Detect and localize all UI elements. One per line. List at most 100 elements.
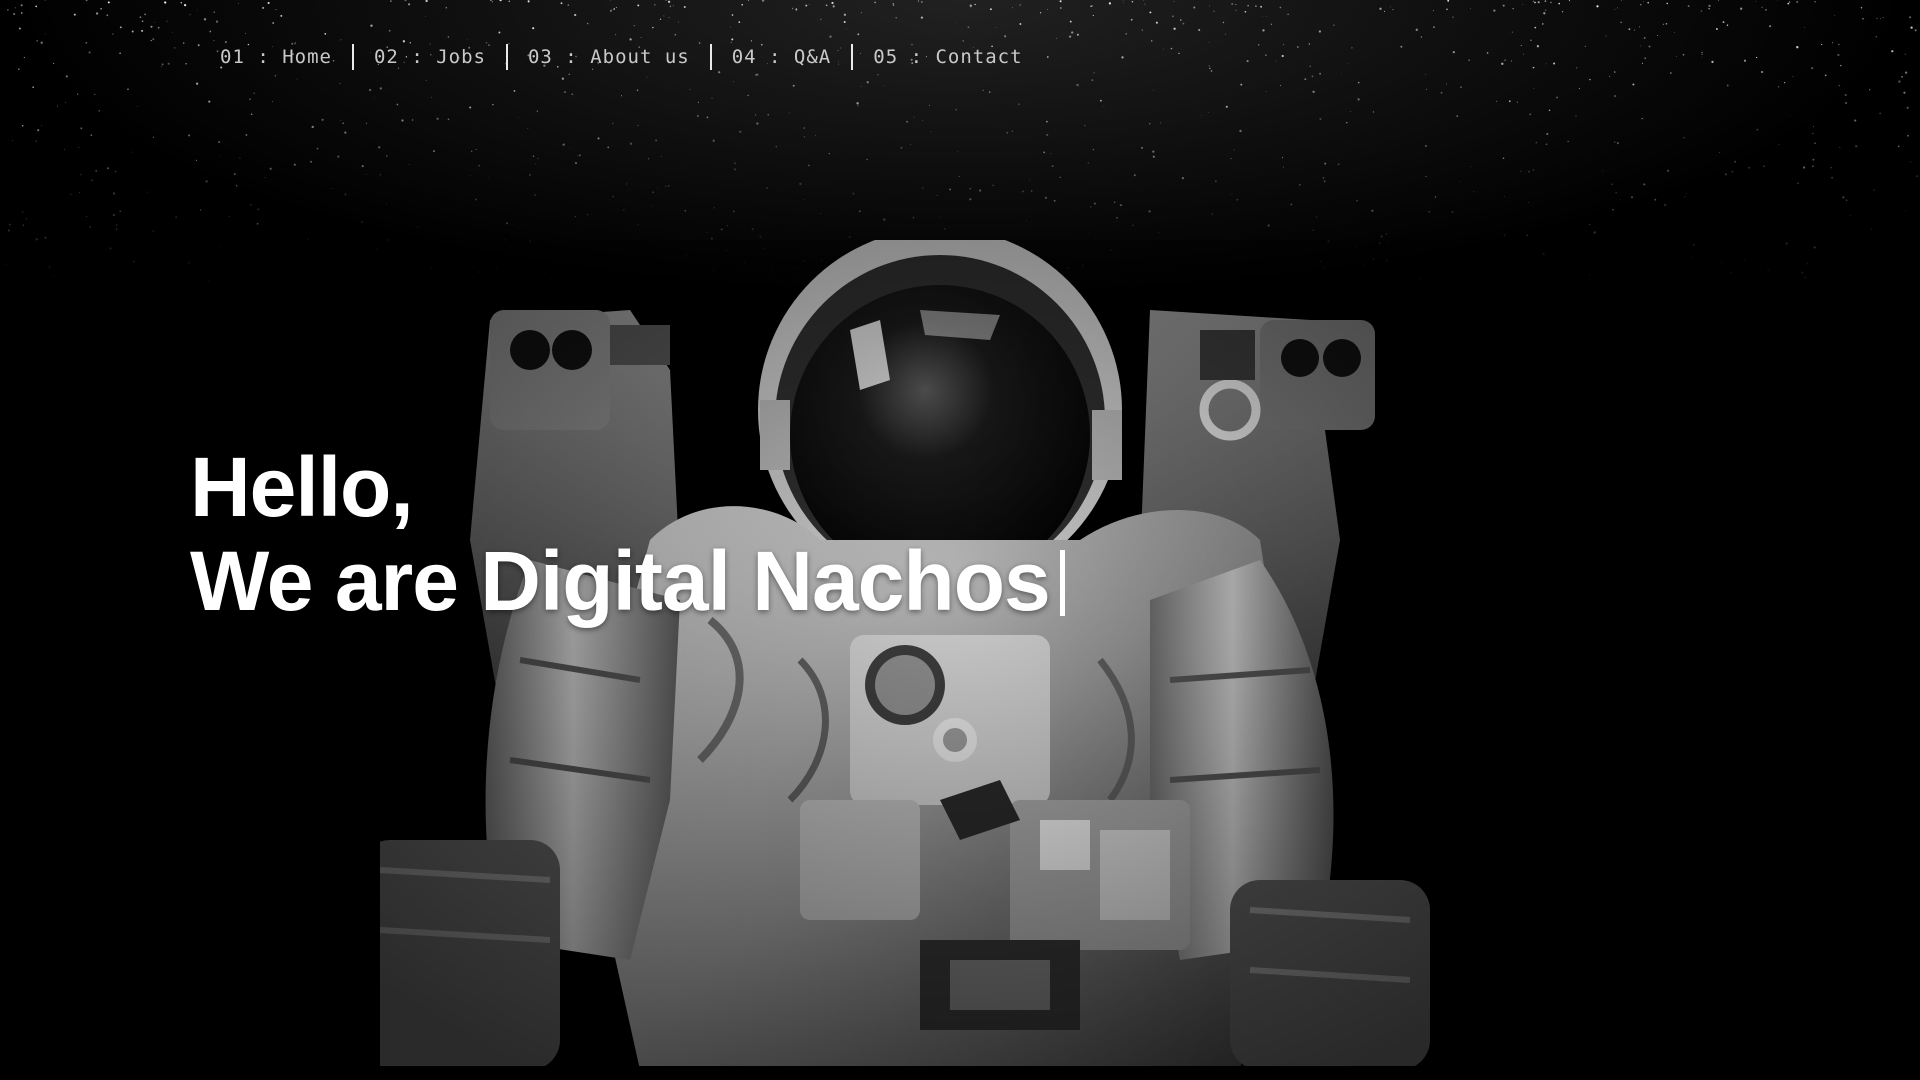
nav-item-qa[interactable]: 04 : Q&A bbox=[712, 44, 852, 70]
star bbox=[1544, 0, 1547, 2]
star bbox=[44, 236, 47, 239]
star bbox=[1265, 15, 1267, 17]
star bbox=[982, 89, 984, 91]
star bbox=[1050, 153, 1052, 155]
star bbox=[1502, 4, 1505, 7]
star bbox=[626, 183, 628, 185]
star bbox=[1726, 84, 1729, 87]
star bbox=[370, 24, 373, 27]
star bbox=[912, 216, 915, 219]
star bbox=[747, 0, 749, 1]
star bbox=[344, 193, 347, 196]
star bbox=[1788, 1, 1791, 3]
star bbox=[1803, 276, 1807, 279]
star bbox=[1130, 18, 1133, 21]
star bbox=[1446, 8, 1448, 11]
hero-heading: Hello, We are Digital Nachos bbox=[190, 440, 1065, 628]
star bbox=[615, 34, 617, 36]
star bbox=[712, 139, 715, 142]
nav-item-contact[interactable]: 05 : Contact bbox=[853, 44, 1042, 70]
star bbox=[1567, 140, 1569, 142]
star bbox=[1824, 74, 1827, 77]
nav-item-jobs[interactable]: 02 : Jobs bbox=[354, 44, 506, 70]
star bbox=[877, 74, 879, 76]
nav-item-label: Jobs bbox=[436, 46, 486, 68]
star bbox=[1140, 146, 1144, 149]
star bbox=[1854, 119, 1857, 122]
star bbox=[1029, 179, 1030, 181]
star bbox=[799, 182, 802, 186]
star bbox=[706, 232, 708, 234]
star bbox=[1447, 0, 1450, 2]
star bbox=[1122, 0, 1124, 1]
star bbox=[1233, 149, 1235, 151]
star bbox=[1092, 148, 1095, 151]
star bbox=[730, 26, 732, 28]
star bbox=[1308, 43, 1310, 45]
star bbox=[1903, 91, 1906, 94]
star bbox=[1855, 145, 1858, 148]
star bbox=[808, 164, 810, 167]
star bbox=[1460, 86, 1462, 89]
star bbox=[365, 173, 367, 175]
star bbox=[1813, 246, 1816, 249]
star bbox=[208, 100, 211, 103]
star bbox=[53, 62, 55, 65]
star bbox=[1456, 115, 1459, 118]
star bbox=[1730, 272, 1732, 274]
star bbox=[157, 26, 160, 29]
star bbox=[1209, 67, 1211, 70]
star bbox=[1834, 14, 1836, 16]
star bbox=[1814, 142, 1816, 144]
star bbox=[1239, 129, 1242, 133]
star bbox=[1873, 189, 1875, 191]
star bbox=[1575, 115, 1577, 117]
star bbox=[365, 122, 368, 124]
star bbox=[1584, 45, 1586, 47]
star bbox=[1639, 45, 1641, 47]
star bbox=[331, 188, 333, 189]
nav-item-label: Q&A bbox=[793, 46, 832, 68]
nav-separator: : bbox=[898, 46, 936, 68]
star bbox=[469, 106, 472, 109]
star bbox=[989, 8, 992, 11]
star bbox=[1043, 151, 1046, 154]
star bbox=[1536, 45, 1540, 48]
star bbox=[1537, 1, 1540, 4]
star bbox=[1511, 31, 1513, 33]
star bbox=[1053, 199, 1056, 202]
star bbox=[831, 1, 834, 5]
nav-item-home[interactable]: 01 : Home bbox=[220, 44, 352, 70]
star bbox=[1910, 26, 1913, 29]
star bbox=[1644, 57, 1646, 59]
nav-item-about-us[interactable]: 03 : About us bbox=[508, 44, 710, 70]
star bbox=[267, 1, 270, 5]
star bbox=[1210, 70, 1213, 72]
star bbox=[920, 1, 923, 3]
star bbox=[803, 198, 805, 200]
star bbox=[843, 13, 847, 16]
star bbox=[767, 113, 770, 116]
star bbox=[706, 116, 709, 119]
star bbox=[1510, 60, 1513, 62]
star bbox=[1018, 103, 1020, 106]
star bbox=[1593, 231, 1596, 234]
star bbox=[1548, 109, 1551, 112]
star bbox=[532, 27, 535, 30]
star bbox=[974, 3, 976, 6]
star bbox=[316, 260, 317, 262]
star bbox=[35, 5, 38, 8]
star bbox=[378, 146, 381, 149]
star bbox=[1862, 18, 1864, 20]
star bbox=[825, 4, 828, 7]
star bbox=[1744, 259, 1746, 261]
star bbox=[1275, 60, 1277, 62]
star bbox=[1087, 162, 1089, 164]
star bbox=[386, 203, 387, 204]
star bbox=[1845, 199, 1848, 202]
star bbox=[949, 188, 952, 191]
star bbox=[1526, 234, 1529, 237]
star bbox=[1400, 45, 1403, 48]
star bbox=[1682, 53, 1685, 56]
star bbox=[78, 192, 80, 194]
